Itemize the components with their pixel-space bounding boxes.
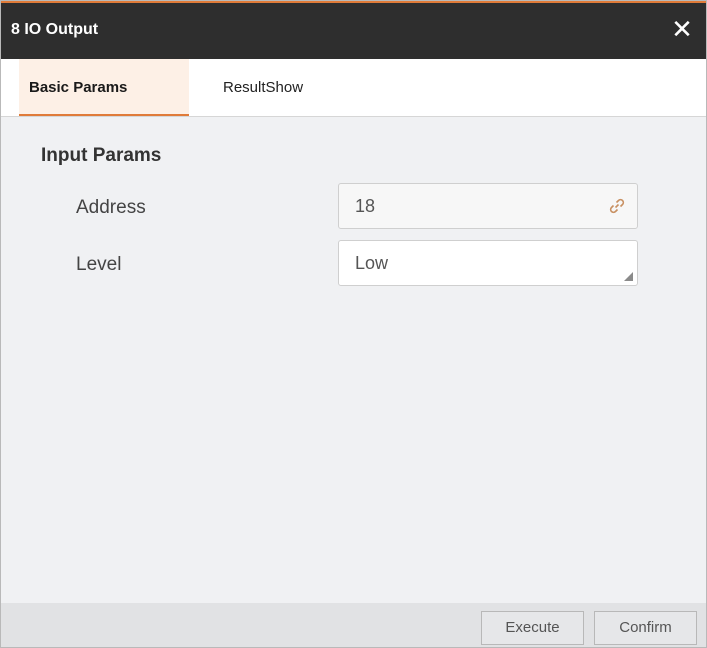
level-select[interactable]: Low <box>338 240 638 286</box>
address-field[interactable]: 18 <box>338 183 638 229</box>
tab-bar: Basic Params ResultShow <box>1 59 706 117</box>
address-label: Address <box>76 197 146 218</box>
io-output-dialog: 8 IO Output ✕ Basic Params ResultShow In… <box>0 0 707 648</box>
level-value: Low <box>355 253 389 273</box>
tab-basic-params[interactable]: Basic Params <box>19 59 189 116</box>
window-title: 8 IO Output <box>11 21 99 38</box>
level-label: Level <box>76 254 122 275</box>
address-value: 18 <box>355 196 376 216</box>
footer-bar: Execute Confirm <box>1 603 706 647</box>
link-icon[interactable] <box>607 196 627 216</box>
section-title: Input Params <box>41 145 162 166</box>
tab-result-show[interactable]: ResultShow <box>223 59 353 116</box>
resize-corner-icon <box>624 272 633 281</box>
title-bar[interactable]: 8 IO Output ✕ <box>1 1 706 59</box>
close-icon[interactable]: ✕ <box>664 13 700 49</box>
confirm-button[interactable]: Confirm <box>594 611 697 645</box>
execute-button[interactable]: Execute <box>481 611 584 645</box>
